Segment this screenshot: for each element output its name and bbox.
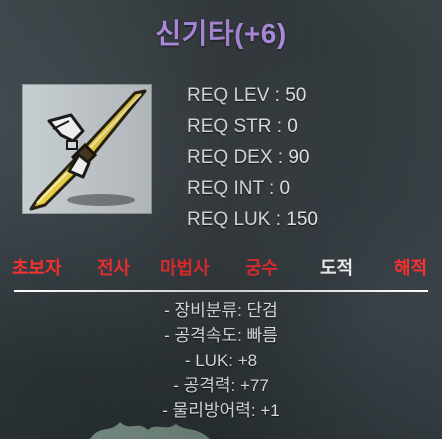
foliage-decoration [90,422,210,439]
job-bowman: 궁수 [245,258,279,278]
item-icon-frame [22,84,152,214]
stat-luk: - LUK: +8 [184,351,258,370]
stat-defense: - 물리방어력: +1 [162,401,280,420]
divider [14,290,428,292]
job-beginner: 초보자 [12,258,62,278]
job-thief: 도적 [320,258,354,278]
req-str: REQ STR : 0 [187,116,298,137]
req-level: REQ LEV : 50 [187,85,307,106]
job-magician: 마법사 [160,258,210,278]
item-name: 신기타(+6) [155,18,287,49]
item-tooltip: 신기타(+6) REQ LEV : 50 REQ STR : 0 REQ DEX… [0,0,442,439]
stat-category: - 장비분류: 단검 [164,301,278,320]
req-int: REQ INT : 0 [187,178,291,199]
stat-attack-speed: - 공격속도: 빠름 [164,326,278,345]
requirements-list: REQ LEV : 50 REQ STR : 0 REQ DEX : 90 RE… [187,80,318,235]
stats-list: - 장비분류: 단검 - 공격속도: 빠름 - LUK: +8 - 공격력: +… [0,298,442,423]
stat-attack: - 공격력: +77 [173,376,269,395]
dagger-item-icon [29,89,147,211]
req-luk: REQ LUK : 150 [187,209,318,230]
job-pirate: 해적 [394,258,428,278]
req-dex: REQ DEX : 90 [187,147,310,168]
job-warrior: 전사 [97,258,131,278]
job-list: 초보자 전사 마법사 궁수 도적 해적 [0,254,442,282]
